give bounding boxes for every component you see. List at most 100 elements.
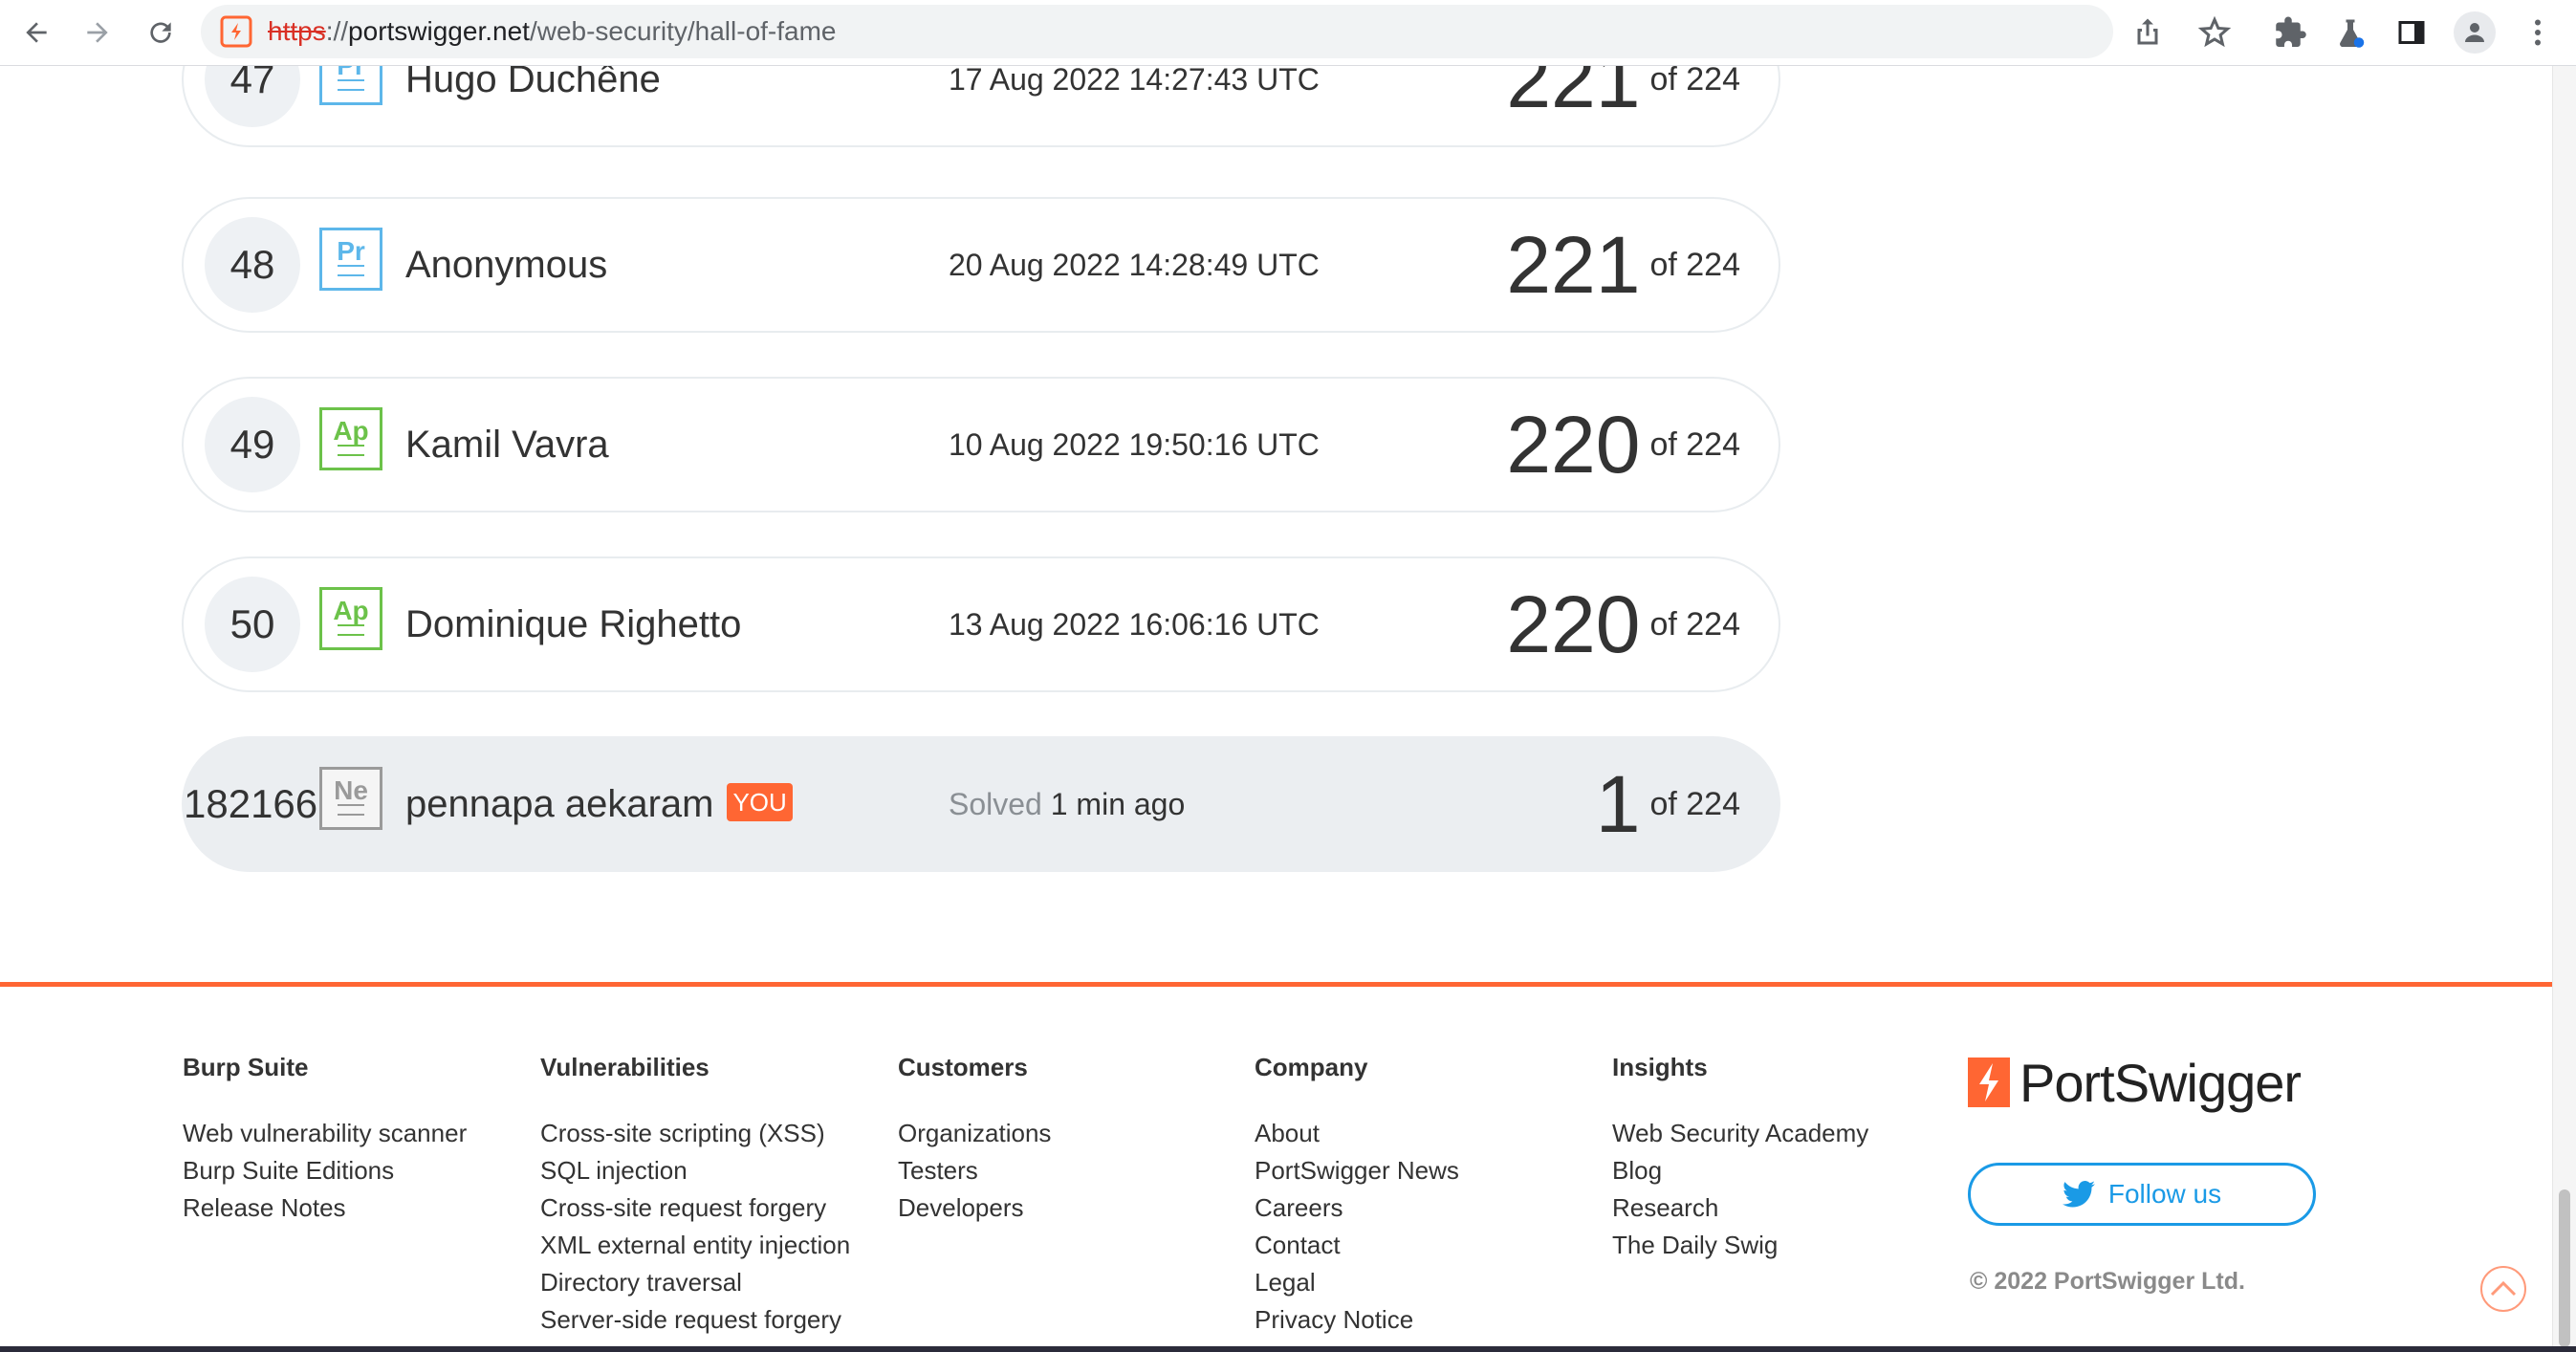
leaderboard-row: 48 Pr Anonymous 20 Aug 2022 14:28:49 UTC… [182, 197, 1780, 333]
solved-count: 220 [1506, 400, 1641, 490]
total-count: of 224 [1649, 66, 1740, 98]
footer-link[interactable]: Contact [1255, 1227, 1599, 1264]
brand-name: PortSwigger [2019, 1052, 2302, 1113]
user-name: Hugo Duchêne [405, 66, 661, 100]
footer-divider [0, 982, 2553, 987]
copyright: © 2022 PortSwigger Ltd. [1970, 1268, 2245, 1295]
side-panel-icon[interactable] [2394, 15, 2429, 50]
footer-link[interactable]: Server-side request forgery [540, 1301, 884, 1339]
footer-link[interactable]: SQL injection [540, 1152, 884, 1189]
score: 1 of 224 [1596, 738, 1740, 870]
address-bar[interactable]: https://portswigger.net/web-security/hal… [201, 5, 2158, 58]
reload-button[interactable] [138, 10, 184, 55]
user-name: Kamil Vavra [405, 424, 609, 466]
footer-link[interactable]: Web Security Academy [1612, 1115, 1956, 1152]
footer-heading: Company [1255, 1053, 1368, 1081]
solve-date: 17 Aug 2022 14:27:43 UTC [949, 66, 1320, 97]
scrollbar-thumb[interactable] [2559, 1189, 2570, 1347]
footer-link[interactable]: Cross-site request forgery [540, 1189, 884, 1227]
footer-link[interactable]: Legal [1255, 1264, 1599, 1301]
footer-column-company: Company About PortSwigger News Careers C… [1255, 1050, 1599, 1339]
scroll-to-top-button[interactable] [2480, 1266, 2526, 1312]
you-badge: YOU [727, 783, 793, 822]
footer-heading: Customers [898, 1053, 1028, 1081]
rank-number: 182166 [184, 781, 318, 826]
score: 220 of 224 [1506, 379, 1740, 511]
url-path: /web-security/hall-of-fame [529, 16, 837, 46]
rank-number: 48 [205, 217, 300, 313]
footer-link[interactable]: Web vulnerability scanner [183, 1115, 527, 1152]
level-badge-icon: Pr [319, 228, 382, 291]
current-user-name: pennapa aekaram [405, 783, 714, 825]
footer-link[interactable]: Careers [1255, 1189, 1599, 1227]
window-bottom-edge [0, 1346, 2576, 1352]
page-scrollbar[interactable] [2552, 66, 2576, 1352]
reload-icon [150, 22, 171, 43]
footer-column-vulnerabilities: Vulnerabilities Cross-site scripting (XS… [540, 1050, 884, 1339]
current-user-row: 182166 Ne pennapa aekaram YOU Solved 1 mi… [182, 736, 1780, 872]
solve-date: 10 Aug 2022 19:50:16 UTC [949, 427, 1320, 462]
level-badge-icon: Ap [319, 587, 382, 650]
footer-link[interactable]: Burp Suite Editions [183, 1152, 527, 1189]
footer-link[interactable]: Release Notes [183, 1189, 527, 1227]
footer-heading: Insights [1612, 1053, 1708, 1081]
footer-link[interactable]: Directory traversal [540, 1264, 884, 1301]
url-separator: :// [325, 16, 349, 46]
profile-button[interactable] [2454, 11, 2496, 54]
extensions-icon[interactable] [2274, 15, 2308, 50]
footer-column-burp-suite: Burp Suite Web vulnerability scanner Bur… [183, 1050, 527, 1227]
footer-heading: Burp Suite [183, 1053, 309, 1081]
level-badge-icon: Pr [319, 66, 382, 105]
solve-date: Solved 1 min ago [949, 738, 1185, 870]
back-button[interactable] [13, 10, 59, 55]
user-name: Dominique Righetto [405, 603, 742, 645]
user-name: Anonymous [405, 244, 608, 286]
scroll-to-top-icon [2490, 1280, 2517, 1297]
rank-number: 47 [205, 66, 300, 127]
footer-link[interactable]: Cross-site scripting (XSS) [540, 1115, 884, 1152]
site-favicon-icon [220, 15, 252, 48]
footer-link[interactable]: Developers [898, 1189, 1242, 1227]
forward-button[interactable] [75, 10, 120, 55]
solved-count: 221 [1506, 66, 1641, 124]
footer-column-customers: Customers Organizations Testers Develope… [898, 1050, 1242, 1227]
score: 221 of 224 [1506, 199, 1740, 331]
share-icon[interactable] [2130, 14, 2165, 49]
page-content: 47 Pr Hugo Duchêne 17 Aug 2022 14:27:43 … [0, 66, 2553, 1352]
footer-link[interactable]: Testers [898, 1152, 1242, 1189]
solve-date: 20 Aug 2022 14:28:49 UTC [949, 248, 1320, 282]
rank-number: 49 [205, 397, 300, 492]
footer-link[interactable]: The Daily Swig [1612, 1227, 1956, 1264]
follow-us-button[interactable]: Follow us [1968, 1163, 2316, 1226]
solved-count: 220 [1506, 579, 1641, 669]
solve-date: 13 Aug 2022 16:06:16 UTC [949, 607, 1320, 642]
url-host: portswigger.net [348, 16, 530, 46]
solved-count: 1 [1595, 759, 1641, 849]
portswigger-logo[interactable]: PortSwigger [1968, 1052, 2302, 1113]
bookmark-star-icon[interactable] [2197, 15, 2232, 50]
score: 221 of 224 [1506, 66, 1740, 145]
footer-column-insights: Insights Web Security Academy Blog Resea… [1612, 1050, 1956, 1264]
footer-link[interactable]: About [1255, 1115, 1599, 1152]
url-scheme: https [268, 16, 326, 46]
menu-icon[interactable] [2521, 15, 2555, 50]
user-name: pennapa aekaram YOU [405, 738, 793, 870]
footer-link[interactable]: PortSwigger News [1255, 1152, 1599, 1189]
leaderboard-row: 49 Ap Kamil Vavra 10 Aug 2022 19:50:16 U… [182, 377, 1780, 512]
footer-link[interactable]: XML external entity injection [540, 1227, 884, 1264]
leaderboard-row: 50 Ap Dominique Righetto 13 Aug 2022 16:… [182, 556, 1780, 692]
score: 220 of 224 [1506, 558, 1740, 690]
back-icon [26, 22, 47, 43]
labs-icon[interactable] [2333, 15, 2368, 50]
leaderboard-row: 47 Pr Hugo Duchêne 17 Aug 2022 14:27:43 … [182, 66, 1780, 147]
footer-link[interactable]: Blog [1612, 1152, 1956, 1189]
footer-link[interactable]: Organizations [898, 1115, 1242, 1152]
profile-icon [2465, 23, 2484, 42]
footer-link[interactable]: Research [1612, 1189, 1956, 1227]
url-text: https://portswigger.net/web-security/hal… [268, 5, 837, 58]
total-count: of 224 [1649, 247, 1740, 283]
solved-count: 221 [1506, 220, 1641, 310]
level-badge-icon: Ne [319, 767, 382, 830]
footer-heading: Vulnerabilities [540, 1053, 709, 1081]
footer-link[interactable]: Privacy Notice [1255, 1301, 1599, 1339]
